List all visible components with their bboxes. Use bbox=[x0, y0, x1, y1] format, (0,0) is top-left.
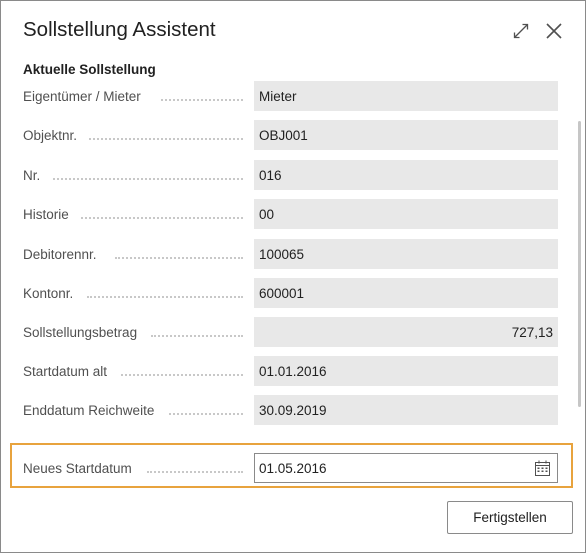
field-value: 727,13 bbox=[254, 317, 558, 347]
field-label: Historie bbox=[23, 206, 69, 222]
field-value: 016 bbox=[254, 160, 558, 190]
field-label: Eigentümer / Mieter bbox=[23, 88, 141, 104]
field-label: Kontonr. bbox=[23, 285, 74, 301]
field-label: Sollstellungsbetrag bbox=[23, 324, 138, 340]
field-value: 600001 bbox=[254, 278, 558, 308]
dotted-leader bbox=[53, 178, 243, 180]
field-value: 00 bbox=[254, 199, 558, 229]
dialog: Sollstellung Assistent Aktuelle Sollstel… bbox=[0, 0, 586, 553]
close-icon bbox=[545, 22, 563, 40]
new-start-date-input[interactable]: 01.05.2016 bbox=[254, 453, 558, 483]
field-value: Mieter bbox=[254, 81, 558, 111]
calendar-icon[interactable] bbox=[534, 460, 551, 477]
field-row-startdatum-alt: Startdatum alt 01.01.2016 bbox=[23, 356, 558, 386]
dotted-leader bbox=[147, 471, 243, 473]
section-title: Aktuelle Sollstellung bbox=[23, 62, 156, 77]
field-label: Debitorennr. bbox=[23, 246, 97, 262]
field-label: Startdatum alt bbox=[23, 363, 108, 379]
field-label: Objektnr. bbox=[23, 127, 78, 143]
scrollbar[interactable] bbox=[577, 59, 583, 487]
scrollbar-thumb[interactable] bbox=[578, 121, 581, 407]
field-row-eigentuemer-mieter: Eigentümer / Mieter Mieter bbox=[23, 81, 558, 111]
field-label: Nr. bbox=[23, 167, 41, 183]
field-value: 100065 bbox=[254, 239, 558, 269]
field-row-sollstellungsbetrag: Sollstellungsbetrag 727,13 bbox=[23, 317, 558, 347]
dotted-leader bbox=[87, 296, 243, 298]
close-button[interactable] bbox=[543, 20, 565, 42]
field-row-historie: Historie 00 bbox=[23, 199, 558, 229]
field-value: 30.09.2019 bbox=[254, 395, 558, 425]
expand-icon bbox=[513, 23, 529, 39]
field-value: OBJ001 bbox=[254, 120, 558, 150]
field-label: Neues Startdatum bbox=[23, 460, 132, 476]
dotted-leader bbox=[121, 374, 243, 376]
field-label: Enddatum Reichweite bbox=[23, 402, 155, 418]
date-input-value: 01.05.2016 bbox=[259, 460, 327, 476]
field-row-objektnr: Objektnr. OBJ001 bbox=[23, 120, 558, 150]
field-row-neues-startdatum: Neues Startdatum 01.05.2016 bbox=[23, 453, 558, 483]
dotted-leader bbox=[169, 413, 243, 415]
field-row-nr: Nr. 016 bbox=[23, 160, 558, 190]
field-value: 01.01.2016 bbox=[254, 356, 558, 386]
dialog-title: Sollstellung Assistent bbox=[23, 18, 216, 41]
dotted-leader bbox=[161, 99, 243, 101]
dotted-leader bbox=[151, 335, 243, 337]
finish-button[interactable]: Fertigstellen bbox=[447, 501, 573, 534]
dotted-leader bbox=[89, 138, 243, 140]
dotted-leader bbox=[115, 257, 243, 259]
field-row-kontonr: Kontonr. 600001 bbox=[23, 278, 558, 308]
expand-button[interactable] bbox=[510, 20, 532, 42]
dotted-leader bbox=[81, 217, 243, 219]
field-row-debitorennr: Debitorennr. 100065 bbox=[23, 239, 558, 269]
field-row-enddatum-reichweite: Enddatum Reichweite 30.09.2019 bbox=[23, 395, 558, 425]
